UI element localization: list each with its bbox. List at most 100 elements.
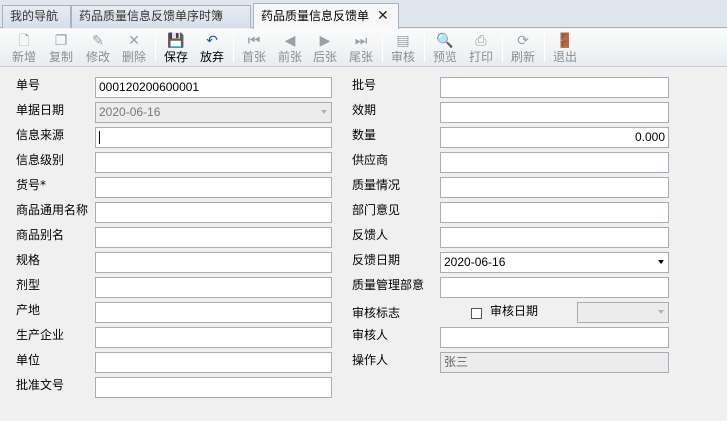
unit-label: 单位 [16, 353, 41, 367]
printer-icon: ⎙ [475, 33, 487, 49]
supplier-field[interactable] [440, 152, 669, 173]
dosage-form-field[interactable] [95, 277, 332, 298]
delete-button[interactable]: ✕ 删除 [117, 30, 151, 66]
feedback-person-field[interactable] [440, 227, 669, 248]
toolbar-separator [502, 34, 503, 62]
toolbar-separator [382, 34, 383, 62]
audit-label: 审核 [390, 50, 415, 64]
approval-no-field[interactable] [95, 377, 332, 398]
toolbar-separator [424, 34, 425, 62]
chevron-down-icon [658, 310, 664, 314]
audit-date-field[interactable] [577, 302, 669, 323]
chevron-down-icon [321, 110, 327, 114]
doc-no-label: 单号 [16, 78, 41, 92]
quantity-value: 0.000 [634, 130, 665, 144]
batch-no-field[interactable] [440, 77, 669, 98]
prev-button[interactable]: ◀ 前张 [273, 30, 307, 66]
new-document-icon: 🗋 [18, 33, 30, 49]
operator-label: 操作人 [352, 353, 389, 367]
tab-feedback-form[interactable]: 药品质量信息反馈单 ✕ [253, 3, 399, 29]
manufacturer-label: 生产企业 [16, 328, 65, 342]
toolbar-separator [155, 34, 156, 62]
expiry-field[interactable] [440, 102, 669, 123]
tab-label: 药品质量信息反馈单序时簿 [79, 9, 224, 23]
doc-date-field[interactable]: 2020-06-16 [95, 102, 332, 123]
tab-label: 药品质量信息反馈单 [261, 9, 370, 23]
tab-bar: 我的导航 药品质量信息反馈单序时簿 药品质量信息反馈单 ✕ [0, 0, 727, 29]
refresh-icon: ⟳ [517, 33, 529, 49]
audit-date-label: 审核日期 [490, 304, 539, 318]
manufacturer-field[interactable] [95, 327, 332, 348]
item-no-label: 货号* [16, 178, 47, 192]
quality-status-field[interactable] [440, 177, 669, 198]
dept-opinion-field[interactable] [440, 202, 669, 223]
exit-button[interactable]: 🚪 退出 [548, 30, 582, 66]
spec-label: 规格 [16, 253, 41, 267]
info-source-field[interactable] [95, 127, 332, 148]
auditor-label: 审核人 [352, 328, 389, 342]
refresh-label: 刷新 [510, 50, 535, 64]
item-no-field[interactable] [95, 177, 332, 198]
supplier-label: 供应商 [352, 153, 389, 167]
next-icon: ▶ [319, 33, 331, 49]
spec-field[interactable] [95, 252, 332, 273]
feedback-date-value: 2020-06-16 [444, 255, 506, 269]
edit-button[interactable]: ✎ 修改 [81, 30, 115, 66]
feedback-person-label: 反馈人 [352, 228, 389, 242]
refresh-button[interactable]: ⟳ 刷新 [506, 30, 540, 66]
close-icon[interactable]: ✕ [377, 4, 389, 28]
generic-name-field[interactable] [95, 202, 332, 223]
audit-button[interactable]: ▤ 审核 [386, 30, 420, 66]
new-label: 新增 [11, 50, 36, 64]
toolbar-separator [233, 34, 234, 62]
copy-button[interactable]: ❐ 复制 [44, 30, 78, 66]
last-button[interactable]: ⏭ 尾张 [344, 30, 378, 66]
auditor-field[interactable] [440, 327, 669, 348]
copy-label: 复制 [48, 50, 73, 64]
tab-feedback-journal[interactable]: 药品质量信息反馈单序时簿 [71, 5, 251, 28]
feedback-date-select[interactable]: 2020-06-16 [440, 252, 669, 273]
doc-no-value: 000120200600001 [99, 80, 200, 94]
origin-field[interactable] [95, 302, 332, 323]
abandon-label: 放弃 [199, 50, 224, 64]
origin-label: 产地 [16, 303, 41, 317]
last-label: 尾张 [348, 50, 373, 64]
info-level-label: 信息级别 [16, 153, 65, 167]
first-record-icon: ⏮ [247, 33, 261, 49]
tab-my-navigation[interactable]: 我的导航 [2, 5, 71, 28]
quantity-field[interactable]: 0.000 [440, 127, 669, 148]
feedback-date-label: 反馈日期 [352, 253, 401, 267]
save-button[interactable]: 💾 保存 [159, 30, 193, 66]
new-button[interactable]: 🗋 新增 [7, 30, 41, 66]
audit-icon: ▤ [396, 33, 410, 49]
exit-label: 退出 [552, 50, 577, 64]
doc-no-field[interactable]: 000120200600001 [95, 77, 332, 98]
delete-label: 删除 [121, 50, 146, 64]
feedback-form: 单号 单据日期 信息来源 信息级别 货号* 商品通用名称 商品别名 规格 剂型 … [0, 68, 727, 421]
preview-label: 预览 [432, 50, 457, 64]
generic-name-label: 商品通用名称 [16, 203, 89, 217]
unit-field[interactable] [95, 352, 332, 373]
abandon-button[interactable]: ↶ 放弃 [195, 30, 229, 66]
alias-field[interactable] [95, 227, 332, 248]
print-button[interactable]: ⎙ 打印 [464, 30, 498, 66]
info-level-field[interactable] [95, 152, 332, 173]
text-cursor [99, 131, 100, 145]
next-button[interactable]: ▶ 后张 [308, 30, 342, 66]
first-label: 首张 [241, 50, 266, 64]
qm-opinion-label: 质量管理部意 [352, 278, 425, 292]
toolbar-separator [544, 34, 545, 62]
qm-opinion-field[interactable] [440, 277, 669, 298]
info-source-label: 信息来源 [16, 128, 65, 142]
first-button[interactable]: ⏮ 首张 [237, 30, 271, 66]
audit-flag-checkbox[interactable] [471, 308, 482, 319]
operator-value: 张三 [444, 355, 469, 369]
alias-label: 商品别名 [16, 228, 65, 242]
undo-icon: ↶ [206, 33, 218, 49]
audit-flag-label: 审核标志 [352, 306, 401, 320]
preview-button[interactable]: 🔍 预览 [428, 30, 462, 66]
approval-no-label: 批准文号 [16, 378, 65, 392]
next-label: 后张 [312, 50, 337, 64]
chevron-down-icon [658, 260, 664, 264]
print-label: 打印 [468, 50, 493, 64]
